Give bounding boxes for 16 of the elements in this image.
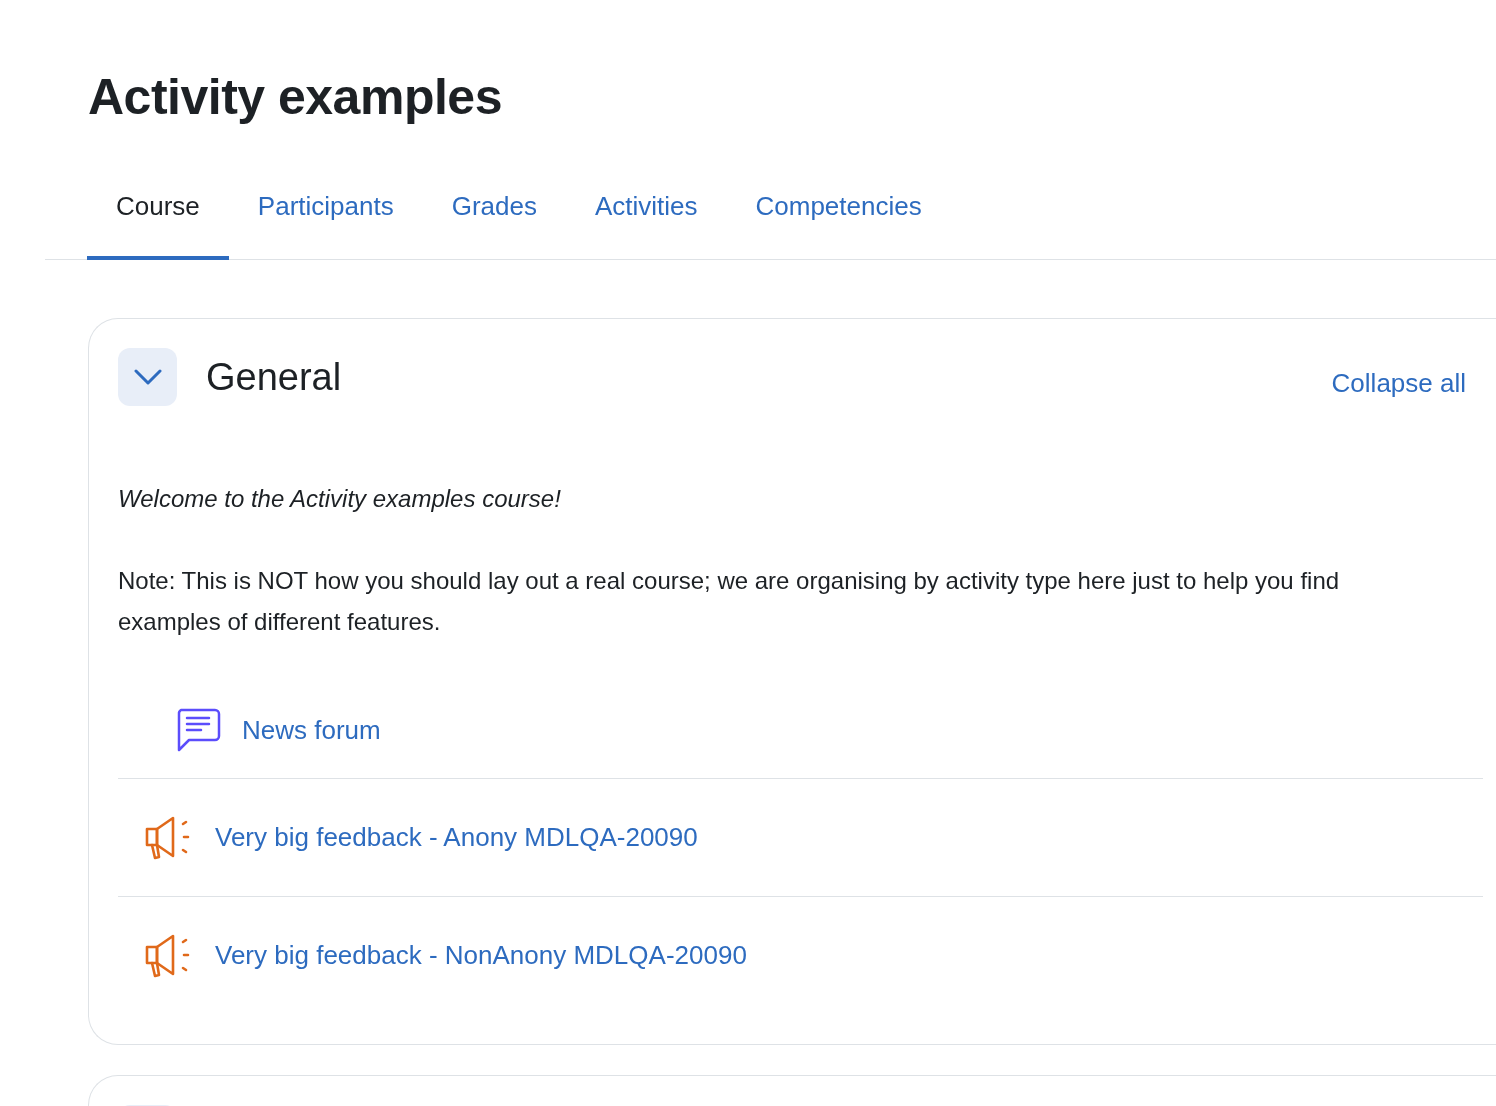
chevron-down-icon <box>133 369 162 385</box>
summary-text: Note: This is NOT how you should lay out a real course; we are organising by activity type here just to help you find examples of different features. <box>118 566 1341 637</box>
section-title: General <box>206 355 343 399</box>
page-title: Activity examples <box>88 68 503 127</box>
tab[interactable]: Activities <box>565 168 727 260</box>
tab[interactable]: Participants <box>228 168 423 260</box>
activity-link[interactable]: Very big feedback - NonAnony MDLQA-20090 <box>215 940 747 971</box>
chat-bubble-icon <box>175 706 221 754</box>
collapse-toggle-button[interactable] <box>118 348 177 406</box>
tab[interactable]: Course <box>87 168 229 260</box>
activity-link[interactable]: News forum <box>242 714 381 746</box>
tab[interactable]: Competencies <box>726 168 951 260</box>
activity-link[interactable]: Very big feedback - Anony MDLQA-20090 <box>215 822 698 853</box>
summary-text: Welcome to the Activity examples course! <box>118 484 562 514</box>
collapse-all-link[interactable]: Collapse all <box>1331 367 1466 399</box>
tab[interactable]: Grades <box>422 168 566 260</box>
